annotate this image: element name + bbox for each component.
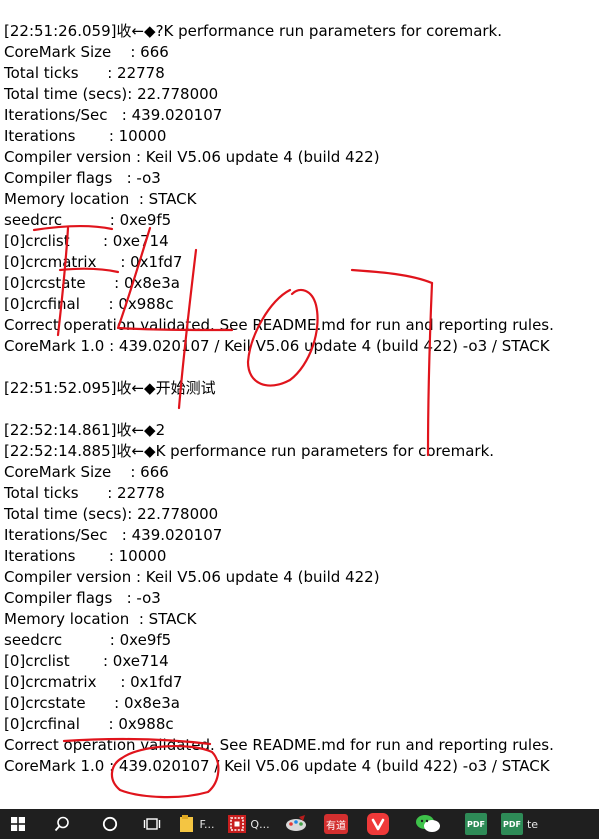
log-line: Compiler flags : -o3	[4, 169, 161, 187]
vivaldi-icon	[367, 813, 389, 835]
log-line: Total ticks : 22778	[4, 484, 165, 502]
pdf-label: PDF	[502, 819, 521, 829]
pdf-label: PDF	[467, 819, 485, 829]
log-line: Total time (secs): 22.778000	[4, 85, 219, 103]
task-view-button[interactable]	[132, 809, 172, 839]
taskbar-app-vivaldi[interactable]	[356, 809, 400, 839]
log-line: [0]crclist : 0xe714	[4, 232, 169, 250]
pdf-icon: PDF	[500, 813, 523, 835]
search-icon	[54, 816, 69, 832]
log-line: CoreMark Size : 666	[4, 463, 169, 481]
log-line: CoreMark 1.0 : 439.020107 / Keil V5.06 u…	[4, 337, 550, 355]
taskbar-app-youdao[interactable]: 有道	[316, 809, 356, 839]
log-line: [22:51:26.059]收←◆?K performance run para…	[4, 22, 503, 40]
windows-start-icon	[11, 817, 25, 831]
log-line: seedcrc : 0xe9f5	[4, 631, 172, 649]
taskbar-app-wechat[interactable]	[400, 809, 456, 839]
search-button[interactable]	[36, 809, 88, 839]
paint-icon	[286, 815, 306, 831]
taskbar-app-q[interactable]: Q...	[222, 809, 276, 839]
log-line: [22:52:14.861]收←◆2	[4, 421, 166, 439]
log-line: Memory location : STACK	[4, 610, 197, 628]
log-line: [22:51:52.095]收←◆开始测试	[4, 379, 216, 397]
log-line: Iterations/Sec : 439.020107	[4, 106, 223, 124]
log-line: Memory location : STACK	[4, 190, 197, 208]
log-line: [0]crcmatrix : 0x1fd7	[4, 673, 183, 691]
taskbar-app-paint[interactable]	[276, 809, 316, 839]
log-line: Total ticks : 22778	[4, 64, 165, 82]
log-line: Iterations/Sec : 439.020107	[4, 526, 223, 544]
log-line: [0]crcmatrix : 0x1fd7	[4, 253, 183, 271]
log-line: Compiler flags : -o3	[4, 589, 161, 607]
pdf-icon: PDF	[465, 813, 487, 835]
log-line: CoreMark 1.0 : 439.020107 / Keil V5.06 u…	[4, 757, 550, 775]
youdao-label: 有道	[326, 820, 346, 832]
log-line: Iterations : 10000	[4, 127, 167, 145]
serial-log: [22:51:26.059]收←◆?K performance run para…	[4, 21, 599, 777]
file-explorer-icon	[180, 815, 194, 832]
log-line: Total time (secs): 22.778000	[4, 505, 219, 523]
taskbar-app-label: te	[526, 817, 539, 831]
taskbar-app-pdf-2[interactable]: PDF te	[496, 809, 543, 839]
log-line: Correct operation validated. See README.…	[4, 736, 554, 754]
windows-start-button[interactable]	[0, 809, 36, 839]
taskbar-app-label: F...	[199, 817, 215, 831]
taskbar-app-pdf-1[interactable]: PDF	[456, 809, 496, 839]
log-line: [0]crcstate : 0x8e3a	[4, 274, 180, 292]
log-line: Correct operation validated. See README.…	[4, 316, 554, 334]
cortana-icon	[102, 816, 118, 832]
app-q-icon	[228, 815, 247, 833]
log-line: [0]crcfinal : 0x988c	[4, 295, 174, 313]
log-line: seedcrc : 0xe9f5	[4, 211, 172, 229]
log-line: Iterations : 10000	[4, 547, 167, 565]
log-line: Compiler version : Keil V5.06 update 4 (…	[4, 568, 380, 586]
log-line: [0]crcstate : 0x8e3a	[4, 694, 180, 712]
task-view-icon	[143, 818, 161, 830]
youdao-icon: 有道	[324, 814, 348, 834]
taskbar-app-file-explorer[interactable]: F...	[172, 809, 222, 839]
log-line: [0]crclist : 0xe714	[4, 652, 169, 670]
wechat-icon	[416, 815, 440, 832]
cortana-button[interactable]	[88, 809, 132, 839]
windows-taskbar: F... Q... 有道 PDF PDF te	[0, 809, 599, 839]
log-line: Compiler version : Keil V5.06 update 4 (…	[4, 148, 380, 166]
log-line: CoreMark Size : 666	[4, 43, 169, 61]
log-line: [22:52:14.885]收←◆K performance run param…	[4, 442, 495, 460]
taskbar-app-label: Q...	[250, 817, 270, 831]
log-line: [0]crcfinal : 0x988c	[4, 715, 174, 733]
